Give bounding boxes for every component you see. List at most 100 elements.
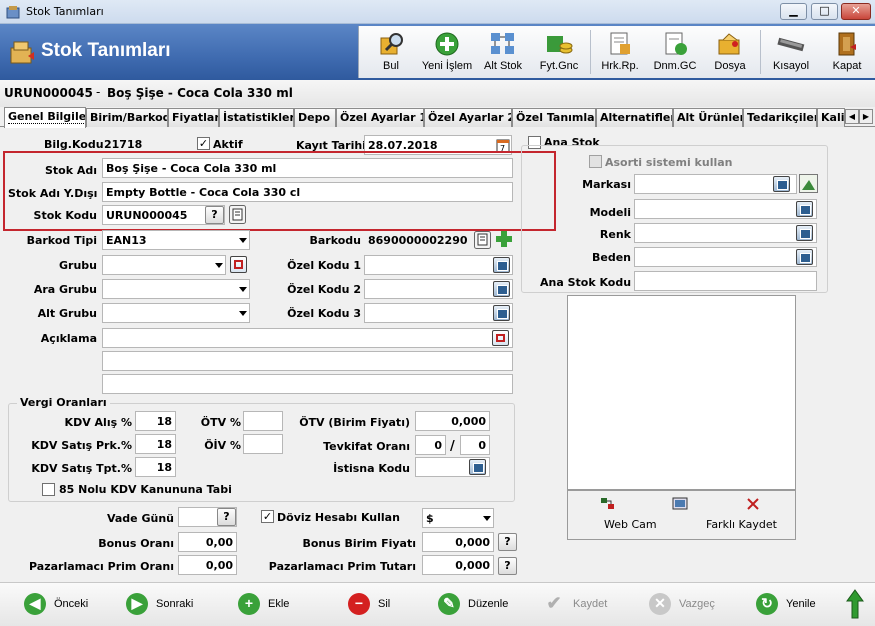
renk-field[interactable] xyxy=(634,223,817,243)
edit-button[interactable]: ✎ Düzenle xyxy=(438,593,518,617)
istisna-lookup-icon[interactable] xyxy=(469,459,486,475)
aciklama-field-2[interactable] xyxy=(102,351,513,371)
document-icon[interactable] xyxy=(474,231,491,249)
tab-istatistikler[interactable]: İstatistikler xyxy=(219,108,294,127)
tab-scroll-left[interactable]: ◀ xyxy=(845,109,859,124)
prim-tutari-field[interactable]: 0,000 xyxy=(422,555,494,575)
doviz-select[interactable]: $ xyxy=(422,508,494,528)
ara-grubu-select[interactable] xyxy=(102,279,250,299)
ozel-kodu-3-lookup-icon[interactable] xyxy=(493,305,510,321)
ozel-kodu-2-lookup-icon[interactable] xyxy=(493,281,510,297)
barkod-tipi-select[interactable]: EAN13 xyxy=(102,230,250,250)
cancel-button[interactable]: ✕ Vazgeç xyxy=(649,593,729,617)
save-button[interactable]: ✔ Kaydet xyxy=(543,593,623,617)
previous-button[interactable]: ◀ Önceki xyxy=(24,593,104,617)
tab-tedarikciler[interactable]: Tedarikçiler xyxy=(743,108,817,127)
renk-label: Renk xyxy=(599,228,631,241)
tab-ozel-ayarlar-1[interactable]: Özel Ayarlar 1 xyxy=(336,108,424,127)
prim-tutari-help-button[interactable]: ? xyxy=(498,557,517,575)
bonus-orani-field[interactable]: 0,00 xyxy=(178,532,237,552)
tab-alt-urunler[interactable]: Alt Ürünler xyxy=(673,108,743,127)
kdv85-checkbox[interactable] xyxy=(42,483,55,496)
movement-report-button[interactable]: Hrk.Rp. xyxy=(593,26,647,78)
modeli-field[interactable] xyxy=(634,199,817,219)
grubu-lookup-button[interactable] xyxy=(230,256,247,273)
arrow-up-icon[interactable] xyxy=(846,589,864,619)
markasi-lookup-icon[interactable] xyxy=(773,176,790,192)
otv-birim-field[interactable]: 0,000 xyxy=(415,411,490,431)
find-button[interactable]: Bul xyxy=(363,26,419,78)
add-barcode-icon[interactable] xyxy=(494,229,514,249)
markasi-label: Markası xyxy=(582,178,631,191)
price-update-button[interactable]: Fyt.Gnc xyxy=(531,26,587,78)
stok-adi-ydisi-field[interactable]: Empty Bottle - Coca Cola 330 cl xyxy=(102,182,513,202)
tevkifat-numerator-field[interactable]: 0 xyxy=(415,435,446,455)
kdv-satis-prk-field[interactable]: 18 xyxy=(135,434,176,454)
beden-lookup-icon[interactable] xyxy=(796,249,813,265)
webcam-icon[interactable] xyxy=(599,496,617,512)
app-icon xyxy=(6,6,20,19)
ozel-kodu-3-label: Özel Kodu 3 xyxy=(287,307,361,320)
oiv-field[interactable] xyxy=(243,434,283,454)
vade-help-button[interactable]: ? xyxy=(217,508,236,526)
aciklama-field-3[interactable] xyxy=(102,374,513,394)
barkodu-field[interactable]: 8690000002290 xyxy=(364,230,470,250)
exit-button[interactable]: Kapat xyxy=(819,26,875,78)
chart-icon[interactable] xyxy=(799,174,818,193)
farkli-kaydet-button[interactable]: Farklı Kaydet xyxy=(706,518,777,531)
ozel-kodu-1-field[interactable] xyxy=(364,255,513,275)
renk-lookup-icon[interactable] xyxy=(796,225,813,241)
sub-stock-button[interactable]: Alt Stok xyxy=(475,26,531,78)
tevkifat-denominator-field[interactable]: 0 xyxy=(460,435,490,455)
file-button[interactable]: Dosya xyxy=(703,26,757,78)
aciklama-lookup-button[interactable] xyxy=(492,330,509,346)
stok-kodu-help-button[interactable]: ? xyxy=(205,206,224,224)
file-icon xyxy=(718,33,740,55)
tab-birim-barkod[interactable]: Birim/Barkod xyxy=(86,108,168,127)
kdv-satis-tpt-field[interactable]: 18 xyxy=(135,457,176,477)
modeli-lookup-icon[interactable] xyxy=(796,201,813,217)
prim-orani-field[interactable]: 0,00 xyxy=(178,555,237,575)
beden-field[interactable] xyxy=(634,247,817,267)
asorti-checkbox[interactable] xyxy=(589,155,602,168)
add-button[interactable]: + Ekle xyxy=(238,593,308,617)
tab-kalite[interactable]: Kali xyxy=(817,108,845,127)
otv-field[interactable] xyxy=(243,411,283,431)
tab-ozel-tanimlar[interactable]: Özel Tanımlar xyxy=(512,108,596,127)
webcam-label[interactable]: Web Cam xyxy=(604,518,657,531)
stock-image-area[interactable] xyxy=(567,295,796,490)
tab-scroll-right[interactable]: ▶ xyxy=(859,109,873,124)
next-button[interactable]: ▶ Sonraki xyxy=(126,593,206,617)
alt-grubu-select[interactable] xyxy=(102,303,250,323)
ozel-kodu-1-lookup-icon[interactable] xyxy=(493,257,510,273)
grubu-select[interactable] xyxy=(102,255,226,275)
refresh-button[interactable]: ↻ Yenile xyxy=(756,593,836,617)
new-record-button[interactable]: Yeni İşlem xyxy=(419,26,475,78)
aktif-checkbox[interactable]: ✓ xyxy=(197,137,210,150)
tab-ozel-ayarlar-2[interactable]: Özel Ayarlar 2 xyxy=(424,108,512,127)
shortcut-button[interactable]: Kısayol xyxy=(763,26,819,78)
add-icon: + xyxy=(238,593,260,615)
tab-depo[interactable]: Depo xyxy=(294,108,336,127)
kdv-alis-field[interactable]: 18 xyxy=(135,411,176,431)
delete-button[interactable]: − Sil xyxy=(348,593,408,617)
bonus-birim-help-button[interactable]: ? xyxy=(498,533,517,551)
tab-alternatifler[interactable]: Alternatifler xyxy=(596,108,673,127)
window-title: Stok Tanımları xyxy=(26,5,104,18)
tab-fiyatlar[interactable]: Fiyatlar xyxy=(168,108,219,127)
stok-adi-field[interactable]: Boş Şişe - Coca Cola 330 ml xyxy=(102,158,513,178)
doviz-checkbox[interactable]: ✓ xyxy=(261,510,274,523)
ozel-kodu-2-field[interactable] xyxy=(364,279,513,299)
ana-stok-kodu-label: Ana Stok Kodu xyxy=(540,276,632,289)
navigation-bar: ◀ Önceki ▶ Sonraki + Ekle − Sil ✎ Düzenl… xyxy=(0,582,875,626)
ozel-kodu-3-field[interactable] xyxy=(364,303,513,323)
period-button[interactable]: Dnm.GC xyxy=(647,26,703,78)
restore-button[interactable]: □ xyxy=(811,3,838,20)
minimize-button[interactable]: ▁ xyxy=(780,3,807,20)
ana-stok-kodu-field[interactable] xyxy=(634,271,817,291)
tab-genel-bilgiler[interactable]: Genel Bilgiler xyxy=(4,107,86,128)
close-window-button[interactable]: ✕ xyxy=(841,3,871,20)
document-icon[interactable] xyxy=(229,205,246,224)
bonus-birim-field[interactable]: 0,000 xyxy=(422,532,494,552)
aciklama-field-1[interactable] xyxy=(102,328,513,348)
